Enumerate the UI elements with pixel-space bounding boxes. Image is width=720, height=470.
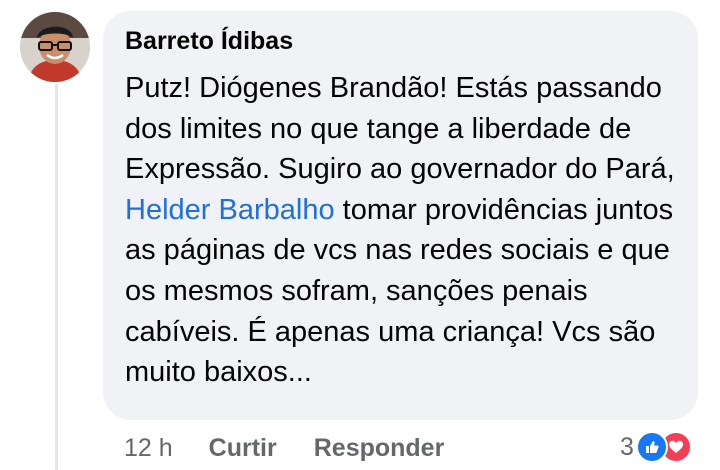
comment-author[interactable]: Barreto Ídibas <box>125 26 678 56</box>
like-button[interactable]: Curtir <box>209 434 277 463</box>
profile-photo <box>20 12 90 82</box>
reaction-count: 3 <box>620 432 634 461</box>
like-icon <box>635 431 668 463</box>
comment-text: Putz! Diógenes Brandão! Estás passando d… <box>125 68 685 393</box>
comment-timestamp[interactable]: 12 h <box>124 434 173 463</box>
thread-line <box>55 84 58 470</box>
comment-bubble: Barreto Ídibas Putz! Diógenes Brandão! E… <box>103 11 698 420</box>
comment-text-part1: Putz! Diógenes Brandão! Estás passando d… <box>125 72 675 186</box>
comment-actions: 12 h Curtir Responder <box>124 430 444 466</box>
mention-link[interactable]: Helder Barbalho <box>125 194 335 226</box>
reply-button[interactable]: Responder <box>314 434 445 463</box>
avatar[interactable] <box>20 12 90 82</box>
reactions-summary[interactable]: 3 <box>620 429 692 465</box>
